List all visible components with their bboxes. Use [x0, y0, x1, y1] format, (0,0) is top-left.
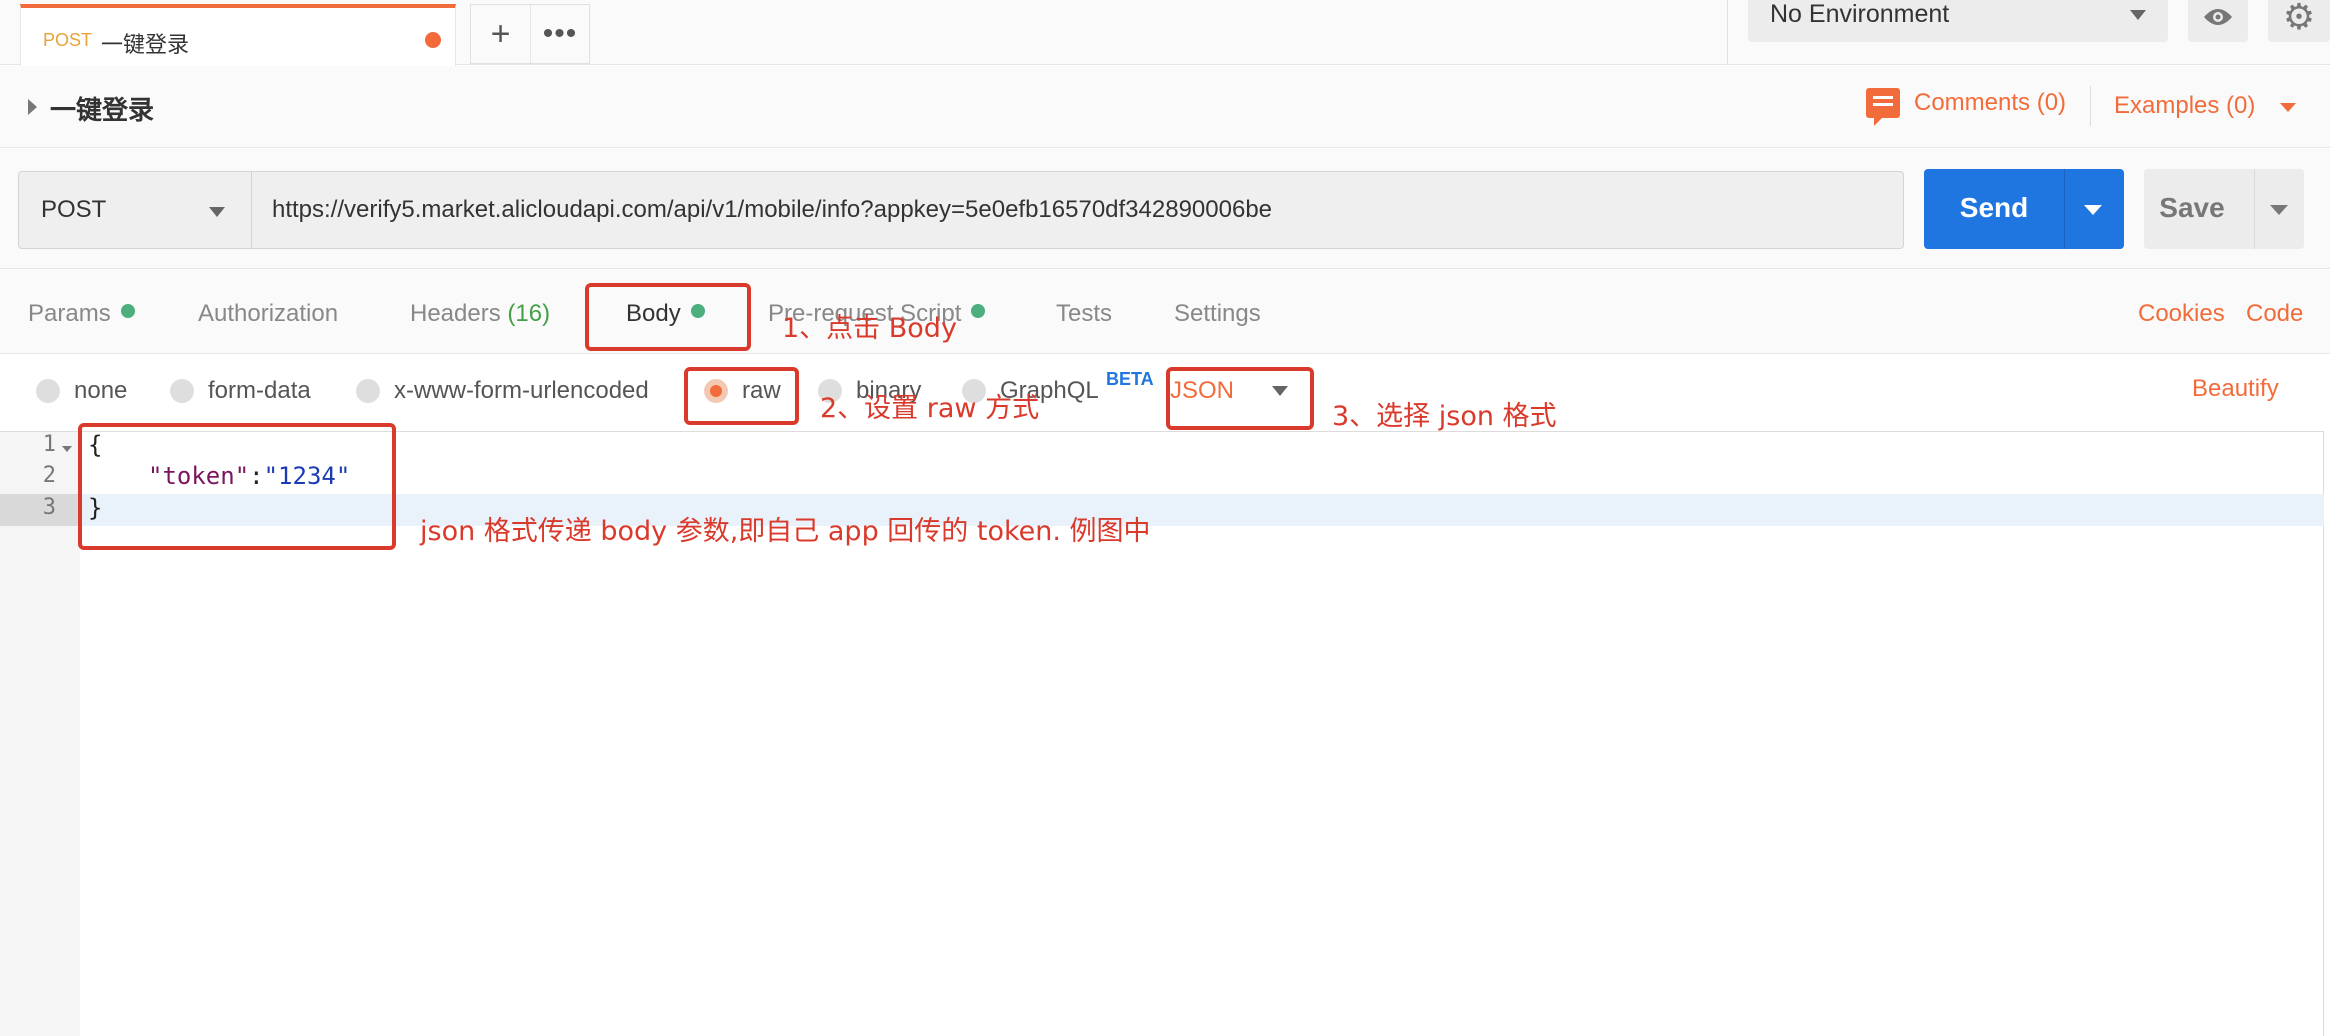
url-value: https://verify5.market.alicloudapi.com/a…	[272, 196, 1273, 223]
comments-link[interactable]: Comments (0)	[1866, 88, 2067, 126]
status-dot-icon	[971, 304, 986, 318]
divider	[2064, 169, 2065, 249]
line-number: 3	[42, 495, 56, 520]
tab-tests[interactable]: Tests	[1056, 300, 1112, 328]
save-button[interactable]: Save	[2144, 169, 2304, 249]
tab-bar: POST 一键登录 + ••• No Environment ⚙	[0, 0, 2330, 66]
status-dot-icon	[120, 304, 135, 318]
body-type-label: x-www-form-urlencoded	[394, 377, 649, 404]
settings-button[interactable]: ⚙	[2268, 0, 2330, 42]
expand-caret-icon[interactable]	[28, 99, 37, 115]
method-label: POST	[41, 196, 107, 223]
more-tabs-button[interactable]: •••	[529, 5, 589, 63]
annotation-box-format	[1166, 367, 1314, 430]
radio-icon	[356, 379, 380, 403]
annotation-step1: 1、点击 Body	[782, 313, 957, 344]
request-tab[interactable]: POST 一键登录	[20, 4, 456, 66]
body-type-bar: none form-data x-www-form-urlencoded raw…	[0, 355, 2330, 431]
radio-icon	[170, 379, 194, 403]
annotation-step2: 2、设置 raw 方式	[820, 393, 1040, 424]
send-button[interactable]: Send	[1924, 169, 2124, 249]
environment-select[interactable]: No Environment	[1748, 0, 2168, 42]
annotation-body-note: json 格式传递 body 参数,即自己 app 回传的 token. 例图中	[420, 516, 1151, 547]
request-name-bar: 一键登录 Comments (0) Examples (0)	[0, 66, 2330, 148]
tab-title: 一键登录	[101, 33, 190, 58]
save-label: Save	[2159, 192, 2225, 223]
tab-headers-label: Headers	[410, 300, 501, 327]
beautify-link[interactable]: Beautify	[2192, 375, 2279, 403]
tab-params-label: Params	[28, 300, 111, 327]
eye-icon	[2204, 9, 2232, 25]
code-link[interactable]: Code	[2246, 300, 2303, 328]
gear-icon: ⚙	[2282, 0, 2316, 37]
line-number: 1	[42, 432, 56, 457]
beta-badge: BETA	[1106, 369, 1154, 389]
tab-authorization[interactable]: Authorization	[198, 300, 338, 328]
divider	[1727, 0, 1728, 65]
divider	[2090, 86, 2091, 126]
new-tab-button[interactable]: +	[471, 5, 530, 63]
tab-headers[interactable]: Headers (16)	[410, 300, 550, 328]
body-type-urlencoded[interactable]: x-www-form-urlencoded	[356, 377, 649, 405]
body-type-none[interactable]: none	[36, 377, 127, 405]
tab-params[interactable]: Params	[28, 300, 135, 328]
chevron-down-icon[interactable]	[2280, 103, 2296, 112]
body-type-form-data[interactable]: form-data	[170, 377, 311, 405]
radio-icon	[36, 379, 60, 403]
chevron-down-icon	[2130, 10, 2146, 20]
fold-caret-icon[interactable]	[62, 446, 72, 452]
tab-actions: + •••	[470, 4, 590, 64]
annotation-box-raw	[684, 367, 799, 425]
divider	[2254, 169, 2255, 249]
annotation-box-body-tab	[585, 283, 751, 351]
environment-label: No Environment	[1770, 0, 1950, 28]
chevron-down-icon	[209, 207, 225, 217]
unsaved-dot-icon	[425, 32, 441, 48]
line-number: 2	[42, 463, 56, 488]
cookies-link[interactable]: Cookies	[2138, 300, 2225, 328]
body-type-label: form-data	[208, 377, 311, 404]
request-tabs: Params Authorization Headers (16) Body P…	[0, 270, 2330, 354]
headers-count-badge: (16)	[507, 300, 551, 327]
annotation-box-body	[78, 423, 396, 550]
active-line-highlight	[80, 494, 2324, 526]
annotation-step3: 3、选择 json 格式	[1332, 401, 1557, 432]
tab-method: POST	[43, 30, 93, 50]
request-name[interactable]: 一键登录	[50, 90, 154, 127]
url-bar: POST https://verify5.market.alicloudapi.…	[0, 149, 2330, 269]
comment-icon	[1866, 88, 1900, 126]
tab-settings[interactable]: Settings	[1174, 300, 1261, 328]
save-options-chevron-icon[interactable]	[2270, 205, 2288, 215]
send-label: Send	[1959, 192, 2029, 223]
environment-quick-look-button[interactable]	[2188, 0, 2248, 42]
comments-label: Comments (0)	[1914, 89, 2067, 116]
examples-link[interactable]: Examples (0)	[2114, 92, 2255, 120]
url-input[interactable]: https://verify5.market.alicloudapi.com/a…	[251, 171, 1904, 249]
send-options-chevron-icon[interactable]	[2084, 205, 2102, 215]
method-select[interactable]: POST	[18, 171, 252, 249]
body-type-label: none	[74, 377, 128, 404]
